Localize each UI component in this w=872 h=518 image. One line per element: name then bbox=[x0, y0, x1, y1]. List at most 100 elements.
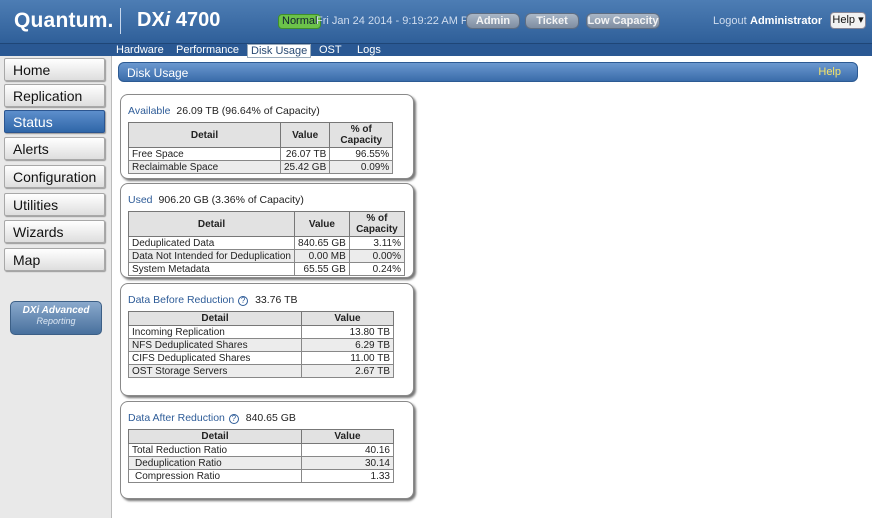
used-table: Detail Value % of Capacity Deduplicated … bbox=[128, 211, 406, 276]
table-header-row: Detail Value bbox=[128, 311, 394, 326]
low-capacity-button[interactable]: Low Capacity bbox=[586, 13, 660, 29]
detail-cell: Compression Ratio bbox=[128, 469, 302, 483]
sidebar-item-replication[interactable]: Replication bbox=[4, 84, 105, 107]
content-help-link[interactable]: Help bbox=[818, 66, 841, 78]
before-title: Data Before Reduction ? 33.76 TB bbox=[128, 294, 405, 306]
table-header-row: Detail Value % of Capacity bbox=[128, 122, 394, 148]
detail-cell: System Metadata bbox=[128, 262, 295, 276]
available-table: Detail Value % of Capacity Free Space 26… bbox=[128, 122, 394, 174]
column-header: Value bbox=[294, 211, 350, 237]
header-divider bbox=[120, 8, 121, 34]
sidebar-item-map[interactable]: Map bbox=[4, 248, 105, 271]
after-summary: 840.65 GB bbox=[245, 412, 296, 424]
detail-cell: Reclaimable Space bbox=[128, 160, 281, 174]
table-row: Incoming Replication 13.80 TB bbox=[128, 325, 394, 339]
help-question-icon[interactable]: ? bbox=[228, 414, 239, 424]
tab-logs[interactable]: Logs bbox=[357, 44, 381, 56]
before-reduction-panel: Data Before Reduction ? 33.76 TB Detail … bbox=[120, 283, 414, 396]
sidebar-item-configuration[interactable]: Configuration bbox=[4, 165, 105, 188]
table-row: Compression Ratio 1.33 bbox=[128, 469, 394, 483]
column-header: % of Capacity bbox=[348, 211, 406, 237]
table-row: CIFS Deduplicated Shares 11.00 TB bbox=[128, 351, 394, 365]
value-cell: 0.00 MB bbox=[294, 249, 350, 263]
column-header: Detail bbox=[128, 311, 302, 326]
ticket-button[interactable]: Ticket bbox=[525, 13, 579, 29]
before-reduction-table: Detail Value Incoming Replication 13.80 … bbox=[128, 311, 394, 378]
table-header-row: Detail Value % of Capacity bbox=[128, 211, 406, 237]
top-header-bar: Quantum. DXi 4700 Normal Fri Jan 24 2014… bbox=[0, 0, 872, 44]
detail-cell: Incoming Replication bbox=[128, 325, 302, 339]
tab-hardware[interactable]: Hardware bbox=[116, 44, 164, 56]
detail-cell: Free Space bbox=[128, 147, 281, 161]
advanced-reporting-subtitle: Reporting bbox=[36, 316, 76, 326]
used-summary: 906.20 GB (3.36% of Capacity) bbox=[158, 194, 304, 206]
detail-cell: CIFS Deduplicated Shares bbox=[128, 351, 302, 365]
tab-performance[interactable]: Performance bbox=[176, 44, 239, 56]
detail-cell: Deduplicated Data bbox=[128, 236, 295, 250]
after-title: Data After Reduction ? 840.65 GB bbox=[128, 412, 405, 424]
advanced-reporting-button[interactable]: DXi Advanced Reporting bbox=[10, 301, 102, 335]
system-datetime: Fri Jan 24 2014 - 9:19:22 AM PST bbox=[316, 15, 483, 27]
column-header: Value bbox=[301, 429, 394, 444]
content-header: Disk Usage Help bbox=[118, 62, 858, 82]
tab-disk-usage[interactable]: Disk Usage bbox=[247, 44, 312, 58]
value-cell: 1.33 bbox=[301, 469, 394, 483]
sidebar-item-alerts[interactable]: Alerts bbox=[4, 137, 105, 160]
column-header: Detail bbox=[128, 211, 295, 237]
page-title: Disk Usage bbox=[127, 66, 189, 80]
product-suffix: 4700 bbox=[170, 9, 221, 31]
detail-cell: Total Reduction Ratio bbox=[128, 443, 302, 457]
table-row: OST Storage Servers 2.67 TB bbox=[128, 364, 394, 378]
percent-cell: 0.24% bbox=[348, 262, 406, 276]
used-panel: Used 906.20 GB (3.36% of Capacity) Detail… bbox=[120, 183, 414, 278]
value-cell: 26.07 TB bbox=[279, 147, 331, 161]
column-header: % of Capacity bbox=[329, 122, 394, 148]
detail-cell: Deduplication Ratio bbox=[128, 456, 302, 470]
table-header-row: Detail Value bbox=[128, 429, 394, 444]
value-cell: 25.42 GB bbox=[279, 160, 331, 174]
detail-cell: NFS Deduplicated Shares bbox=[128, 338, 302, 352]
value-cell: 6.29 TB bbox=[301, 338, 394, 352]
percent-cell: 96.55% bbox=[329, 147, 394, 161]
column-header: Detail bbox=[128, 122, 281, 148]
value-cell: 11.00 TB bbox=[301, 351, 394, 365]
value-cell: 40.16 bbox=[301, 443, 394, 457]
table-row: Data Not Intended for Deduplication 0.00… bbox=[128, 249, 406, 263]
detail-cell: OST Storage Servers bbox=[128, 364, 302, 378]
sidebar-item-utilities[interactable]: Utilities bbox=[4, 193, 105, 216]
detail-cell: Data Not Intended for Deduplication bbox=[128, 249, 295, 263]
sidebar-item-home[interactable]: Home bbox=[4, 58, 105, 81]
value-cell: 30.14 bbox=[301, 456, 394, 470]
table-row: Free Space 26.07 TB 96.55% bbox=[128, 147, 394, 161]
percent-cell: 0.09% bbox=[329, 160, 394, 174]
after-reduction-panel: Data After Reduction ? 840.65 GB Detail … bbox=[120, 401, 414, 499]
user-name: Administrator bbox=[750, 15, 823, 27]
table-row: Total Reduction Ratio 40.16 bbox=[128, 443, 394, 457]
available-summary: 26.09 TB (96.64% of Capacity) bbox=[176, 105, 320, 117]
used-label: Used bbox=[128, 194, 153, 206]
after-label: Data After Reduction bbox=[128, 412, 225, 424]
available-label: Available bbox=[128, 105, 171, 117]
help-question-icon[interactable]: ? bbox=[238, 296, 249, 306]
before-label: Data Before Reduction bbox=[128, 294, 235, 306]
help-menu-button[interactable]: Help ▾ bbox=[830, 12, 866, 29]
value-cell: 65.55 GB bbox=[294, 262, 350, 276]
table-row: Deduplication Ratio 30.14 bbox=[128, 456, 394, 470]
column-header: Value bbox=[301, 311, 394, 326]
tab-ost[interactable]: OST bbox=[319, 44, 342, 56]
admin-button[interactable]: Admin bbox=[466, 13, 520, 29]
product-prefix: DX bbox=[137, 9, 165, 31]
status-badge[interactable]: Normal bbox=[278, 14, 322, 29]
percent-cell: 0.00% bbox=[348, 249, 406, 263]
sidebar-item-status[interactable]: Status bbox=[4, 110, 105, 133]
value-cell: 13.80 TB bbox=[301, 325, 394, 339]
percent-cell: 3.11% bbox=[348, 236, 406, 250]
quantum-logo: Quantum. bbox=[14, 9, 114, 32]
table-row: NFS Deduplicated Shares 6.29 TB bbox=[128, 338, 394, 352]
sidebar: Home Replication Status Alerts Configura… bbox=[0, 56, 112, 518]
available-panel: Available 26.09 TB (96.64% of Capacity) D… bbox=[120, 94, 414, 179]
logout-link[interactable]: Logout bbox=[713, 15, 747, 27]
used-title: Used 906.20 GB (3.36% of Capacity) bbox=[128, 194, 405, 206]
sidebar-item-wizards[interactable]: Wizards bbox=[4, 220, 105, 243]
value-cell: 2.67 TB bbox=[301, 364, 394, 378]
